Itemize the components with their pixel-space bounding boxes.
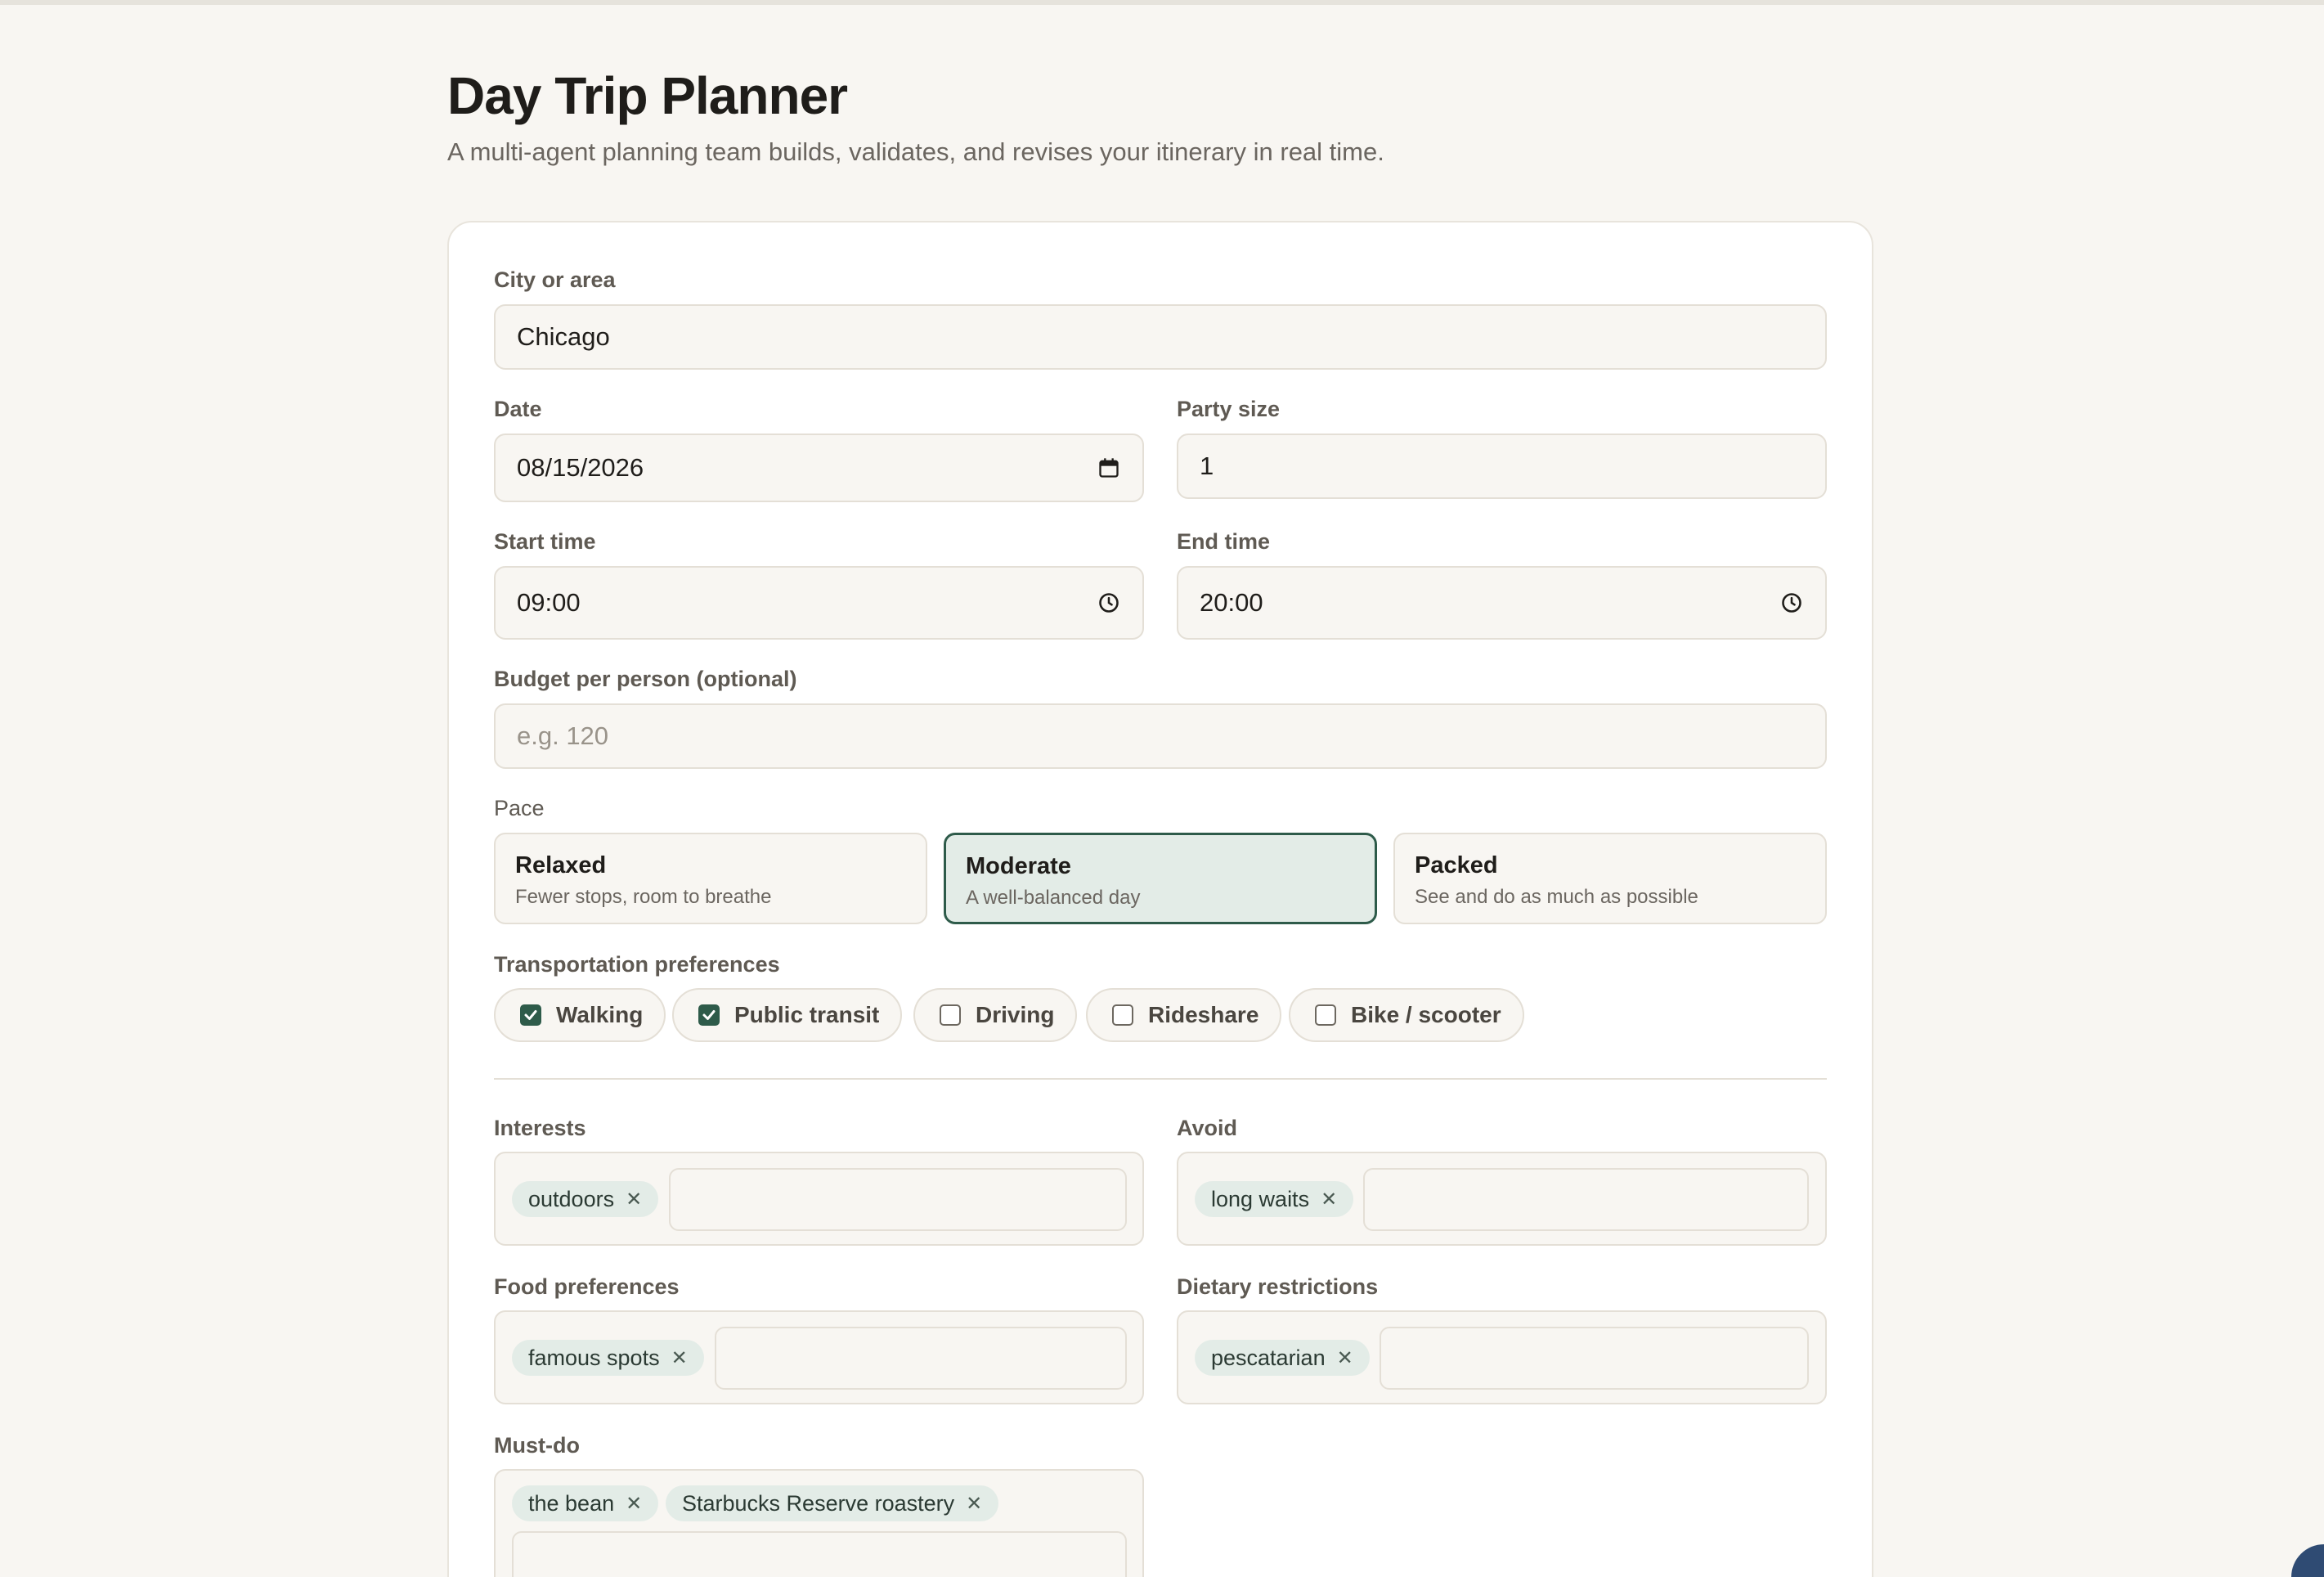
date-value: 08/15/2026 [517, 453, 644, 482]
tag-label: Starbucks Reserve roastery [682, 1490, 955, 1516]
avoid-tag: long waits ✕ [1195, 1181, 1354, 1217]
checkbox-checked[interactable] [520, 1004, 541, 1026]
checkbox-checked[interactable] [698, 1004, 720, 1026]
close-icon[interactable]: ✕ [626, 1492, 642, 1516]
close-icon[interactable]: ✕ [1337, 1346, 1353, 1370]
pace-option-desc: A well-balanced day [966, 887, 1141, 909]
date-input[interactable]: 08/15/2026 [494, 434, 1144, 502]
planner-form-card: City or area Chicago Date 08/15/2026 Par… [447, 221, 1873, 1577]
budget-placeholder: e.g. 120 [517, 721, 609, 750]
end-time-label: End time [1177, 529, 1271, 554]
transport-option-label: Bike / scooter [1351, 1002, 1501, 1027]
transport-option-label: Walking [556, 1002, 644, 1027]
tag-label: outdoors [528, 1186, 615, 1211]
close-icon[interactable]: ✕ [1321, 1188, 1337, 1211]
transport-option-public-transit[interactable]: Public transit [672, 988, 903, 1042]
close-icon[interactable]: ✕ [966, 1492, 982, 1516]
close-icon[interactable]: ✕ [626, 1188, 642, 1211]
dietary-restrictions-tag-field[interactable]: pescatarian ✕ [1177, 1310, 1827, 1404]
pace-option-desc: See and do as much as possible [1415, 886, 1698, 908]
city-input[interactable]: Chicago [494, 304, 1827, 370]
pace-label: Pace [494, 796, 545, 820]
must-do-tag: Starbucks Reserve roastery ✕ [666, 1485, 999, 1521]
page-title: Day Trip Planner [447, 66, 848, 125]
pace-option-title: Relaxed [515, 852, 607, 878]
pace-option-title: Packed [1415, 852, 1498, 878]
avoid-label: Avoid [1177, 1116, 1237, 1140]
food-preferences-label: Food preferences [494, 1274, 680, 1299]
avoid-tag-field[interactable]: long waits ✕ [1177, 1152, 1827, 1246]
end-time-input[interactable]: 20:00 [1177, 566, 1827, 640]
transport-option-label: Public transit [734, 1002, 880, 1027]
must-do-tag: the bean ✕ [512, 1485, 659, 1521]
section-divider [494, 1078, 1827, 1080]
tag-label: famous spots [528, 1345, 660, 1370]
party-size-input[interactable]: 1 [1177, 434, 1827, 499]
dietary-restrictions-label: Dietary restrictions [1177, 1274, 1379, 1299]
tag-label: the bean [528, 1490, 615, 1516]
must-do-tag-field[interactable]: the bean ✕ Starbucks Reserve roastery ✕ [494, 1469, 1144, 1577]
must-do-label: Must-do [494, 1433, 580, 1458]
transport-option-label: Driving [976, 1002, 1055, 1027]
end-time-value: 20:00 [1200, 588, 1263, 617]
start-time-value: 09:00 [517, 588, 581, 617]
window-corner [2291, 1544, 2324, 1577]
transport-option-driving[interactable]: Driving [913, 988, 1078, 1042]
transport-option-bike-scooter[interactable]: Bike / scooter [1289, 988, 1524, 1042]
pace-option-title: Moderate [966, 853, 1071, 879]
window-top-edge [0, 0, 2324, 5]
start-time-input[interactable]: 09:00 [494, 566, 1144, 640]
checkbox-unchecked[interactable] [1315, 1004, 1336, 1026]
interests-tag-field[interactable]: outdoors ✕ [494, 1152, 1144, 1246]
pace-option-relaxed[interactable]: Relaxed Fewer stops, room to breathe [494, 833, 927, 924]
budget-input[interactable]: e.g. 120 [494, 703, 1827, 769]
avoid-input[interactable] [1363, 1168, 1809, 1231]
party-size-label: Party size [1177, 397, 1281, 421]
interest-tag: outdoors ✕ [512, 1181, 659, 1217]
must-do-input[interactable] [512, 1531, 1127, 1577]
transport-option-rideshare[interactable]: Rideshare [1086, 988, 1282, 1042]
tag-label: long waits [1211, 1186, 1310, 1211]
pace-option-packed[interactable]: Packed See and do as much as possible [1393, 833, 1827, 924]
food-preferences-tag-field[interactable]: famous spots ✕ [494, 1310, 1144, 1404]
transport-label: Transportation preferences [494, 952, 780, 977]
tag-label: pescatarian [1211, 1345, 1326, 1370]
interests-label: Interests [494, 1116, 586, 1140]
calendar-icon[interactable] [1097, 456, 1121, 480]
food-tag: famous spots ✕ [512, 1340, 704, 1376]
page-subtitle: A multi-agent planning team builds, vali… [447, 137, 1384, 166]
date-label: Date [494, 397, 542, 421]
budget-label: Budget per person (optional) [494, 667, 797, 691]
food-preferences-input[interactable] [715, 1327, 1127, 1390]
pace-option-desc: Fewer stops, room to breathe [515, 886, 772, 908]
pace-option-moderate[interactable]: Moderate A well-balanced day [944, 833, 1377, 924]
checkbox-unchecked[interactable] [1112, 1004, 1133, 1026]
clock-icon[interactable] [1097, 591, 1121, 615]
dietary-tag: pescatarian ✕ [1195, 1340, 1370, 1376]
dietary-restrictions-input[interactable] [1380, 1327, 1809, 1390]
interests-input[interactable] [669, 1168, 1127, 1231]
city-label: City or area [494, 267, 616, 292]
checkbox-unchecked[interactable] [940, 1004, 961, 1026]
clock-icon[interactable] [1779, 591, 1804, 615]
close-icon[interactable]: ✕ [671, 1346, 688, 1370]
transport-option-label: Rideshare [1148, 1002, 1259, 1027]
start-time-label: Start time [494, 529, 596, 554]
city-value: Chicago [517, 322, 610, 351]
party-size-value: 1 [1200, 452, 1214, 480]
transport-option-walking[interactable]: Walking [494, 988, 666, 1042]
